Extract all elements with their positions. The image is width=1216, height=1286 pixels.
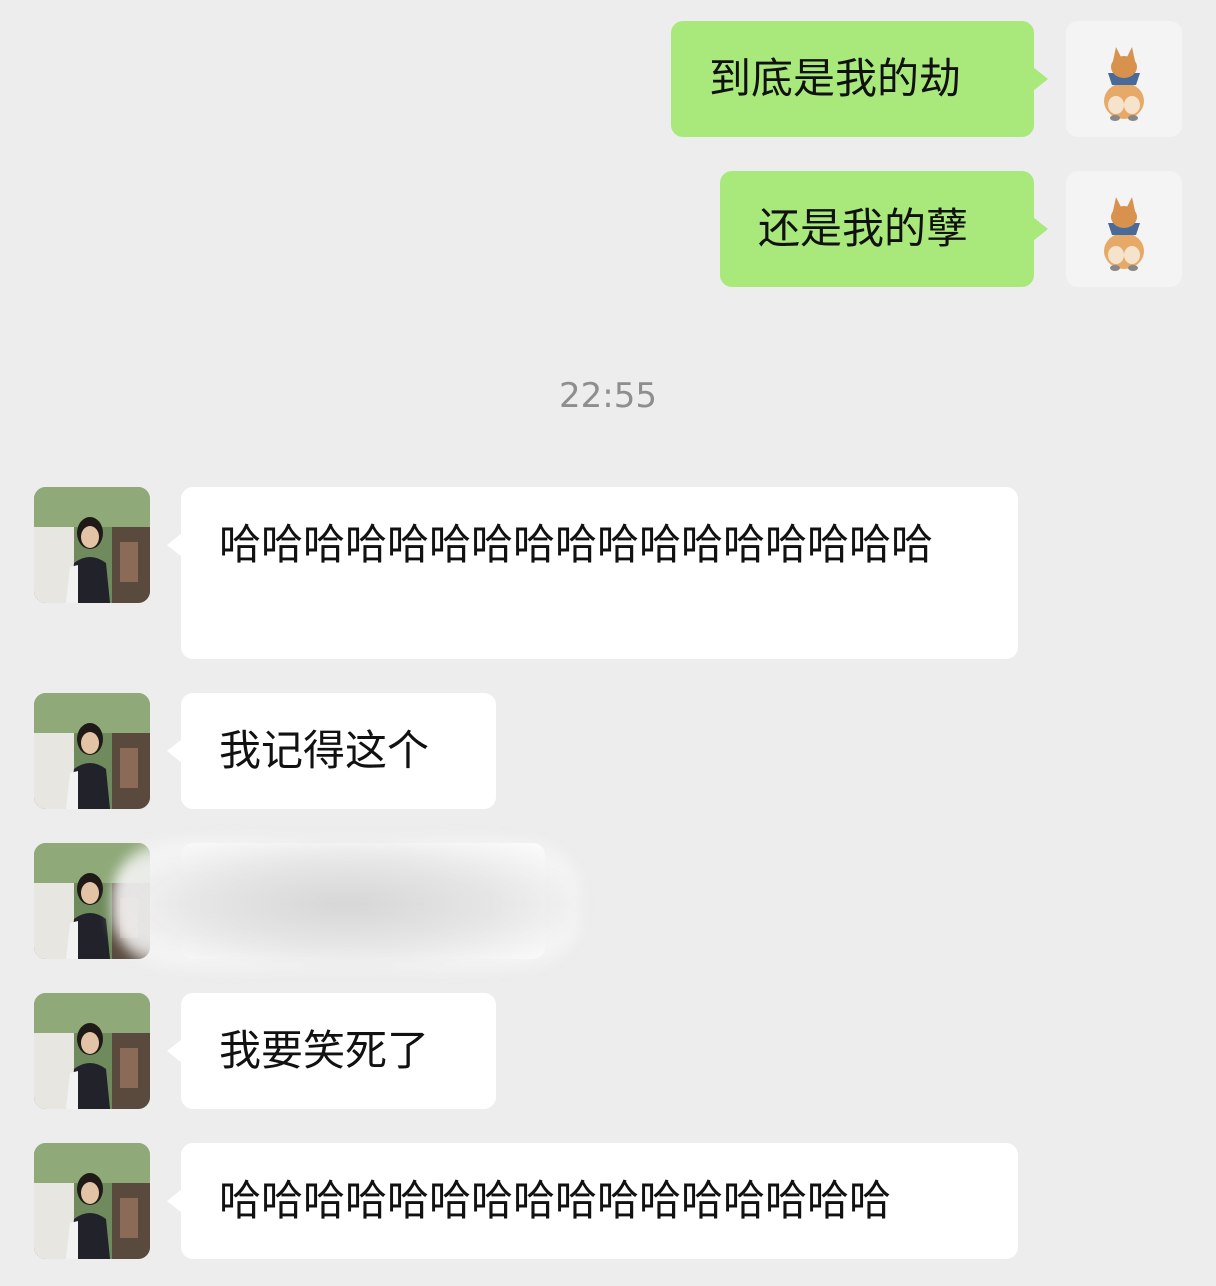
redaction-blur: [112, 838, 582, 970]
incoming-message-bubble[interactable]: 哈哈哈哈哈哈哈哈哈哈哈哈哈哈哈哈哈: [167, 487, 1018, 659]
message-text: 哈哈哈哈哈哈哈哈哈哈哈哈哈哈哈哈: [219, 1176, 892, 1225]
person-photo-avatar-icon[interactable]: [34, 487, 150, 603]
person-photo-avatar-icon[interactable]: [34, 993, 150, 1109]
message-text: 我要笑死了: [219, 1026, 430, 1075]
outgoing-message-bubble[interactable]: 到底是我的劫: [671, 21, 1048, 137]
incoming-message-bubble[interactable]: 我要笑死了: [167, 993, 496, 1109]
message-text: 我记得这个: [219, 726, 430, 775]
message-text: 还是我的孽: [758, 204, 969, 253]
message-text: 哈哈哈哈哈哈哈哈哈哈哈哈哈哈哈哈哈: [219, 520, 934, 569]
corgi-avatar-icon[interactable]: [1066, 21, 1182, 137]
timestamp: 22:55: [559, 376, 657, 416]
person-photo-avatar-icon[interactable]: [34, 693, 150, 809]
person-photo-avatar-icon[interactable]: [34, 1143, 150, 1259]
message-text: 到底是我的劫: [709, 54, 962, 103]
incoming-message-bubble[interactable]: 哈哈哈哈哈哈哈哈哈哈哈哈哈哈哈哈: [167, 1143, 1018, 1259]
outgoing-message-bubble[interactable]: 还是我的孽: [720, 171, 1048, 287]
incoming-message-bubble[interactable]: 我记得这个: [167, 693, 496, 809]
corgi-avatar-icon[interactable]: [1066, 171, 1182, 287]
